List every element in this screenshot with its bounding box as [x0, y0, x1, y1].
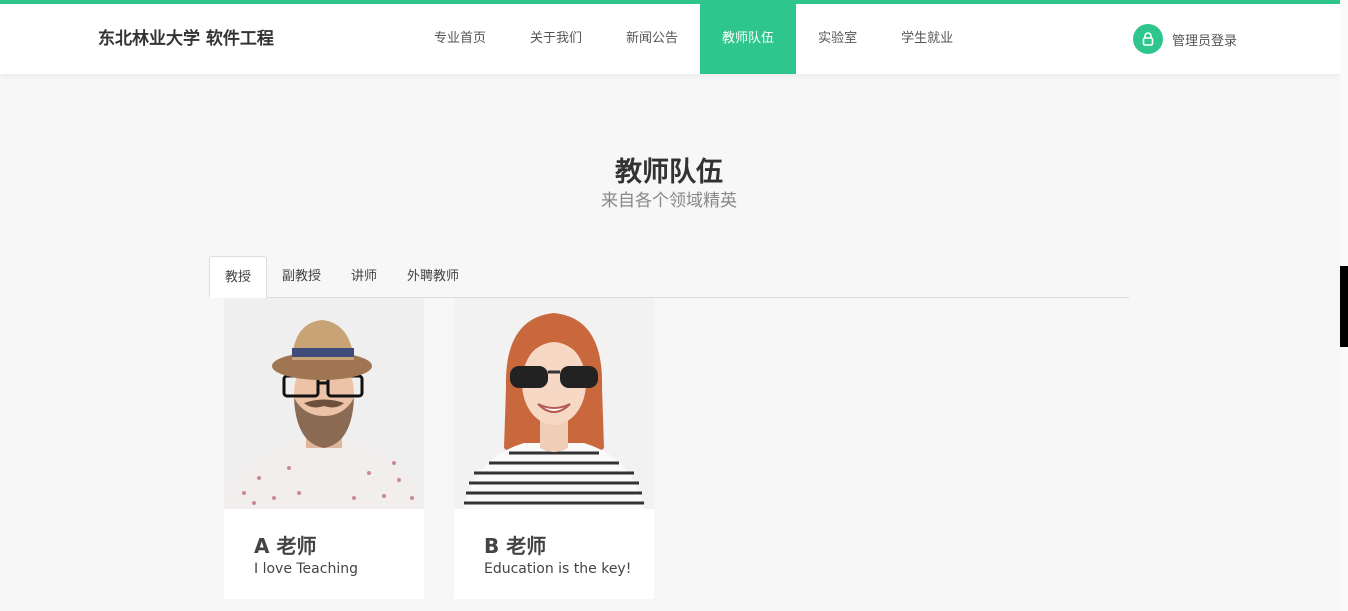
teacher-card[interactable]: A 老师 I love Teaching	[224, 298, 424, 599]
main-nav: 专业首页 关于我们 新闻公告 教师队伍 实验室 学生就业	[412, 4, 975, 74]
teacher-name: B 老师	[484, 534, 547, 558]
nav-item-employment[interactable]: 学生就业	[879, 4, 975, 74]
page-subtitle: 来自各个领域精英	[601, 191, 737, 211]
tab-associate-professor[interactable]: 副教授	[267, 256, 336, 297]
nav-item-news[interactable]: 新闻公告	[604, 4, 700, 74]
tab-external-teacher[interactable]: 外聘教师	[392, 256, 474, 297]
nav-item-about[interactable]: 关于我们	[508, 4, 604, 74]
teacher-name: A 老师	[254, 534, 317, 558]
page-title: 教师队伍	[615, 157, 723, 188]
nav-item-lab[interactable]: 实验室	[796, 4, 879, 74]
teacher-category-tabs: 教授 副教授 讲师 外聘教师	[209, 256, 1129, 298]
admin-login-button[interactable]: 管理员登录	[1133, 24, 1237, 54]
teacher-motto: Education is the key!	[484, 561, 632, 577]
header: 东北林业大学 软件工程 专业首页 关于我们 新闻公告 教师队伍 实验室 学生就业…	[0, 4, 1340, 74]
teacher-photo	[224, 298, 424, 509]
admin-login-label: 管理员登录	[1172, 33, 1238, 49]
teacher-photo	[454, 298, 654, 509]
teacher-card[interactable]: B 老师 Education is the key!	[454, 298, 654, 599]
tab-lecturer[interactable]: 讲师	[336, 256, 392, 297]
user-lock-icon	[1133, 24, 1163, 54]
nav-item-home[interactable]: 专业首页	[412, 4, 508, 74]
tab-professor[interactable]: 教授	[209, 256, 268, 298]
nav-item-teachers[interactable]: 教师队伍	[700, 4, 797, 74]
teacher-motto: I love Teaching	[254, 561, 358, 577]
scrollbar-thumb[interactable]	[1340, 266, 1348, 347]
site-logo[interactable]: 东北林业大学 软件工程	[98, 4, 274, 74]
